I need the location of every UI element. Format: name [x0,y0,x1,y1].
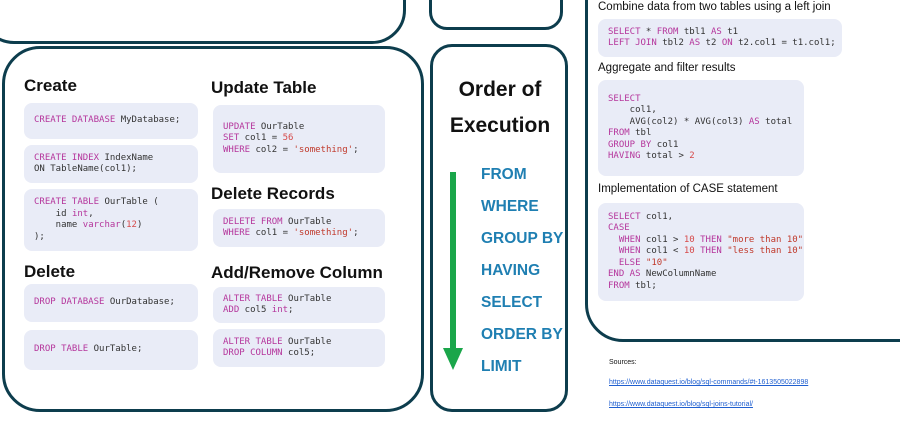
order-title-line2: Execution [449,114,551,137]
sources-label: Sources: [609,359,637,366]
create-index-code: CREATE INDEX IndexName ON TableName(col1… [24,145,198,183]
execution-step-select: SELECT [481,294,543,311]
create-heading: Create [24,76,77,95]
case-code: SELECT col1, CASE WHEN col1 > 10 THEN "m… [598,203,804,301]
drop-table-code: DROP TABLE OurTable; [24,330,198,370]
execution-step-order-by: ORDER BY [481,326,563,343]
execution-step-from: FROM [481,166,527,183]
create-table-code: CREATE TABLE OurTable ( id int, name var… [24,189,198,251]
update-table-code: UPDATE OurTable SET col1 = 56 WHERE col2… [213,105,385,173]
top-middle-panel [429,0,563,30]
join-label: Combine data from two tables using a lef… [598,1,831,13]
drop-column-code: ALTER TABLE OurTable DROP COLUMN col5; [213,329,385,367]
execution-step-where: WHERE [481,198,539,215]
left-join-code: SELECT * FROM tbl1 AS t1 LEFT JOIN tbl2 … [598,19,842,57]
update-heading: Update Table [211,78,317,97]
create-database-code: CREATE DATABASE MyDatabase; [24,103,198,139]
add-column-code: ALTER TABLE OurTable ADD col5 int; [213,287,385,323]
case-label: Implementation of CASE statement [598,183,778,195]
delete-records-heading: Delete Records [211,184,335,203]
top-left-panel [0,0,406,44]
execution-step-having: HAVING [481,262,541,279]
source-link-2[interactable]: https://www.dataquest.io/blog/sql-joins-… [609,401,753,408]
drop-database-code: DROP DATABASE OurDatabase; [24,284,198,322]
execution-step-group-by: GROUP BY [481,230,564,247]
aggregate-label: Aggregate and filter results [598,62,736,74]
delete-heading: Delete [24,262,76,281]
execution-step-limit: LIMIT [481,358,522,375]
aggregate-code: SELECT col1, AVG(col2) * AVG(col3) AS to… [598,80,804,176]
add-remove-heading: Add/Remove Column [211,263,383,282]
order-title-line1: Order of [458,78,542,101]
down-arrow-icon [443,172,463,370]
delete-records-code: DELETE FROM OurTable WHERE col1 = 'somet… [213,209,385,247]
source-link-1[interactable]: https://www.dataquest.io/blog/sql-comman… [609,379,808,386]
